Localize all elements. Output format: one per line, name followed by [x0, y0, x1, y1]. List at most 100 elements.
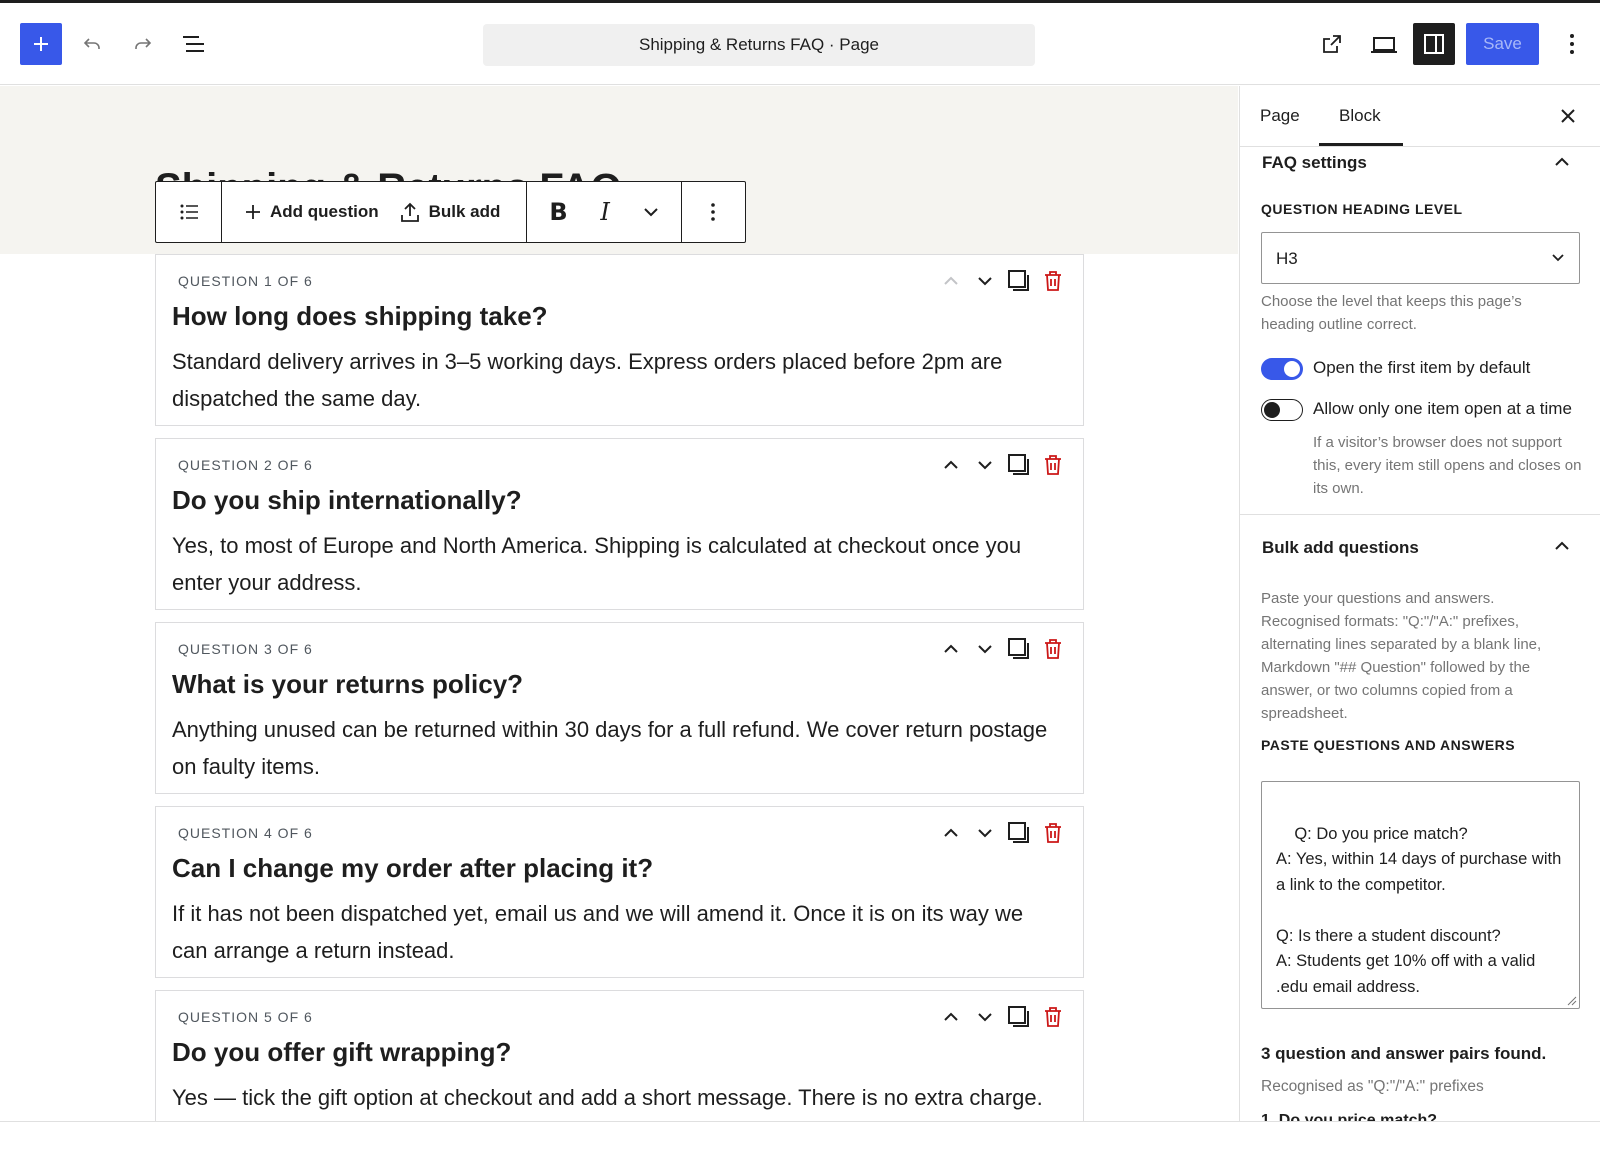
- save-button[interactable]: Save: [1466, 23, 1539, 65]
- chevron-up-icon: [944, 276, 958, 285]
- answer-text[interactable]: Yes, to most of Europe and North America…: [172, 527, 1062, 601]
- sidebar-icon: [1424, 34, 1444, 54]
- duplicate-button[interactable]: [1007, 1005, 1031, 1029]
- editor-canvas: Shipping & Returns FAQ Add question Bulk…: [0, 86, 1238, 1146]
- move-down-button[interactable]: [973, 269, 997, 293]
- trash-icon: [1045, 455, 1061, 475]
- chevron-down-icon: [643, 208, 658, 217]
- upload-icon: [400, 202, 419, 222]
- move-up-button[interactable]: [939, 637, 963, 661]
- duplicate-button[interactable]: [1007, 453, 1031, 477]
- duplicate-button[interactable]: [1007, 637, 1031, 661]
- first-open-label: Open the first item by default: [1313, 358, 1531, 377]
- paste-questions-textarea[interactable]: Q: Do you price match? A: Yes, within 14…: [1261, 781, 1580, 1009]
- bulk-add-heading[interactable]: Bulk add questions: [1262, 538, 1419, 558]
- footer-breadcrumb-bar: [0, 1121, 1600, 1161]
- toggle-knob: [1264, 401, 1280, 418]
- trash-icon: [1045, 823, 1061, 843]
- duplicate-icon: [1008, 270, 1029, 291]
- chevron-up-icon: [944, 460, 958, 469]
- answer-text[interactable]: Anything unused can be returned within 3…: [172, 711, 1062, 785]
- block-inserter-button[interactable]: [20, 23, 62, 65]
- close-icon: [1561, 109, 1575, 123]
- faq-item[interactable]: QUESTION 1 OF 6 How long does shipping t…: [155, 254, 1084, 426]
- question-heading[interactable]: How long does shipping take?: [172, 301, 548, 332]
- delete-button[interactable]: [1041, 1005, 1065, 1029]
- question-counter: QUESTION 2 OF 6: [178, 457, 313, 473]
- block-options-button[interactable]: [700, 182, 726, 242]
- delete-button[interactable]: [1041, 269, 1065, 293]
- heading-level-select[interactable]: H3: [1261, 232, 1580, 284]
- bulk-add-button[interactable]: Bulk add: [389, 182, 511, 242]
- answer-text[interactable]: Yes — tick the gift option at checkout a…: [172, 1079, 1062, 1116]
- delete-button[interactable]: [1041, 637, 1065, 661]
- delete-button[interactable]: [1041, 821, 1065, 845]
- question-counter: QUESTION 4 OF 6: [178, 825, 313, 841]
- italic-button[interactable]: I: [590, 182, 619, 242]
- answer-text[interactable]: If it has not been dispatched yet, email…: [172, 895, 1062, 969]
- first-open-toggle[interactable]: [1261, 358, 1303, 380]
- bulk-add-help: Paste your questions and answers. Recogn…: [1261, 590, 1542, 722]
- chevron-up-icon: [1555, 157, 1569, 166]
- move-up-button[interactable]: [939, 453, 963, 477]
- one-open-toggle[interactable]: [1261, 399, 1303, 421]
- redo-button[interactable]: [129, 30, 157, 58]
- view-page-button[interactable]: [1318, 30, 1346, 58]
- plus-icon: [246, 205, 260, 219]
- duplicate-button[interactable]: [1007, 269, 1031, 293]
- bulk-add-collapse-button[interactable]: [1552, 536, 1572, 556]
- question-counter: QUESTION 5 OF 6: [178, 1009, 313, 1025]
- recognised-format-text: Recognised as "Q:"/"A:" prefixes: [1261, 1078, 1484, 1095]
- faq-actions-group: Add question Bulk add: [222, 182, 527, 242]
- resize-handle-icon[interactable]: [1565, 994, 1577, 1006]
- settings-sidebar: Page Block FAQ settings QUESTION HEADING…: [1239, 86, 1600, 1146]
- list-view-icon: [183, 36, 204, 52]
- more-vertical-icon: [711, 203, 715, 221]
- duplicate-icon: [1008, 822, 1029, 843]
- faq-item[interactable]: QUESTION 4 OF 6 Can I change my order af…: [155, 806, 1084, 978]
- question-heading[interactable]: Do you ship internationally?: [172, 485, 522, 516]
- move-up-button[interactable]: [939, 269, 963, 293]
- delete-button[interactable]: [1041, 453, 1065, 477]
- chevron-down-icon: [978, 645, 992, 654]
- tab-block[interactable]: Block: [1339, 106, 1381, 126]
- move-up-button[interactable]: [939, 821, 963, 845]
- move-up-button[interactable]: [939, 1005, 963, 1029]
- faq-item[interactable]: QUESTION 3 OF 6 What is your returns pol…: [155, 622, 1084, 794]
- add-question-button[interactable]: Add question: [234, 182, 389, 242]
- trash-icon: [1045, 1007, 1061, 1027]
- faq-item[interactable]: QUESTION 2 OF 6 Do you ship internationa…: [155, 438, 1084, 610]
- more-formatting-button[interactable]: [633, 182, 669, 242]
- preview-button[interactable]: [1369, 30, 1399, 58]
- section-divider: [1240, 514, 1600, 515]
- move-down-button[interactable]: [973, 637, 997, 661]
- tab-page[interactable]: Page: [1260, 106, 1300, 126]
- settings-panel-toggle[interactable]: [1413, 23, 1455, 65]
- undo-button[interactable]: [78, 30, 106, 58]
- document-title-bar[interactable]: Shipping & Returns FAQ · Page: [483, 24, 1035, 66]
- question-heading[interactable]: What is your returns policy?: [172, 669, 523, 700]
- faq-settings-heading[interactable]: FAQ settings: [1262, 153, 1367, 173]
- question-heading[interactable]: Do you offer gift wrapping?: [172, 1037, 511, 1068]
- document-overview-button[interactable]: [180, 30, 208, 58]
- faq-settings-collapse-button[interactable]: [1552, 152, 1572, 172]
- options-menu-button[interactable]: [1558, 30, 1586, 58]
- block-type-group: [156, 182, 222, 242]
- heading-level-help: Choose the level that keeps this page’s …: [1261, 293, 1522, 333]
- question-heading[interactable]: Can I change my order after placing it?: [172, 853, 653, 884]
- chevron-down-icon: [1552, 254, 1564, 262]
- block-type-button[interactable]: [170, 182, 208, 242]
- bold-button[interactable]: B: [539, 182, 577, 242]
- formatting-group: B I: [527, 182, 682, 242]
- editor-top-bar: Shipping & Returns FAQ · Page Save: [0, 3, 1600, 85]
- answer-text[interactable]: Standard delivery arrives in 3–5 working…: [172, 343, 1062, 417]
- move-down-button[interactable]: [973, 453, 997, 477]
- duplicate-button[interactable]: [1007, 821, 1031, 845]
- move-down-button[interactable]: [973, 821, 997, 845]
- move-down-button[interactable]: [973, 1005, 997, 1029]
- close-sidebar-button[interactable]: [1556, 104, 1580, 128]
- bulk-add-label: Bulk add: [428, 202, 501, 221]
- trash-icon: [1045, 271, 1061, 291]
- one-open-label: Allow only one item open at a time: [1313, 399, 1572, 418]
- textarea-content: Q: Do you price match? A: Yes, within 14…: [1276, 824, 1562, 996]
